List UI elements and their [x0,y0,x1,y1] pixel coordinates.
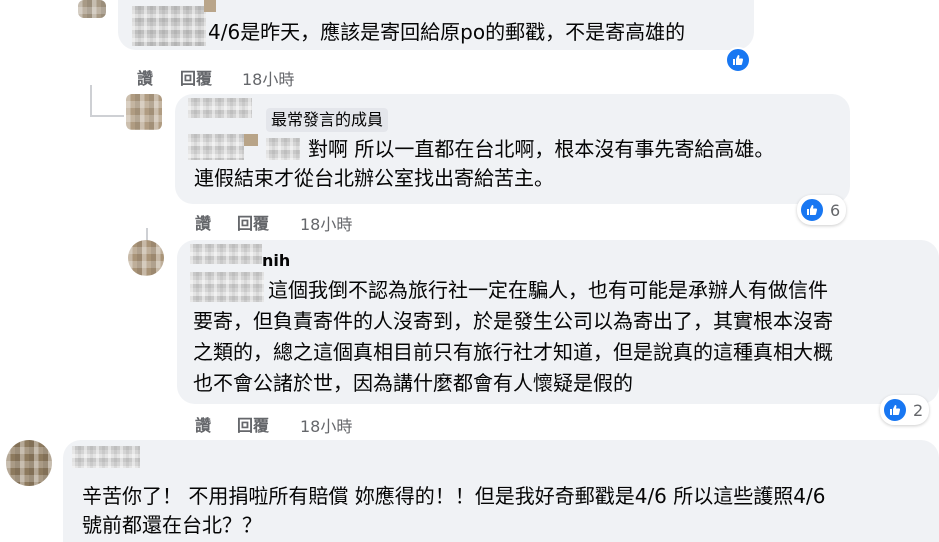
comment-text: 辛苦你了！ 不用捐啦所有賠償 妳應得的！！但是我好奇郵戳是4/6 所以這些護照4… [82,484,826,508]
reply-button[interactable]: 回覆 [237,210,269,234]
author-name-blurred[interactable] [132,6,206,46]
reaction-summary[interactable]: 2 [880,395,930,425]
comment-time[interactable]: 18小時 [242,66,294,90]
like-button[interactable]: 讚 [195,412,211,436]
author-name-fragment[interactable] [204,0,216,12]
avatar[interactable] [78,0,106,18]
reaction-count: 6 [830,200,841,220]
reply-button[interactable]: 回覆 [180,65,212,89]
thread-line [90,115,124,117]
like-button[interactable]: 讚 [195,210,211,234]
comment-text: 連假結束才從台北辦公室找出寄給苦主。 [194,166,554,190]
like-button[interactable]: 讚 [137,65,153,89]
author-name-blurred[interactable] [190,272,264,302]
author-name-blurred[interactable] [266,138,300,160]
reply-button[interactable]: 回覆 [237,412,269,436]
author-name-blurred[interactable] [188,98,252,118]
comment-text: 要寄，但負責寄件的人沒寄到，於是發生公司以為寄出了，其實根本沒寄 [193,309,833,333]
thread-line [90,85,92,115]
comment-text: 之類的，總之這個真相目前只有旅行社才知道，但是說真的這種真相大概 [193,340,833,364]
author-name-blurred[interactable] [188,134,244,160]
author-name-blurred[interactable] [190,244,262,264]
comment-time[interactable]: 18小時 [300,413,352,437]
avatar[interactable] [128,240,164,276]
comment-time[interactable]: 18小時 [300,211,352,235]
avatar[interactable] [6,440,52,486]
author-name[interactable]: nih [262,251,290,270]
author-name-blurred[interactable] [72,446,140,468]
comment-text: 4/6是昨天，應該是寄回給原po的郵戳，不是寄高雄的 [208,20,686,44]
comment-text: 也不會公諸於世，因為講什麼都會有人懷疑是假的 [193,371,633,395]
comment-text: 號前都還在台北？？ [82,513,262,537]
avatar[interactable] [126,94,162,130]
reaction-count: 2 [913,400,924,420]
reaction-summary[interactable]: 6 [797,195,847,225]
like-icon[interactable] [725,47,751,73]
comment-text: 這個我倒不認為旅行社一定在騙人，也有可能是承辦人有做信件 [268,278,828,302]
like-icon [799,197,825,223]
top-contributor-badge[interactable]: 最常發言的成員 [266,108,389,132]
comment-text: 對啊 所以一直都在台北啊，根本沒有事先寄給高雄。 [308,137,775,161]
like-icon [882,397,908,423]
author-avatar-fragment [244,134,258,146]
